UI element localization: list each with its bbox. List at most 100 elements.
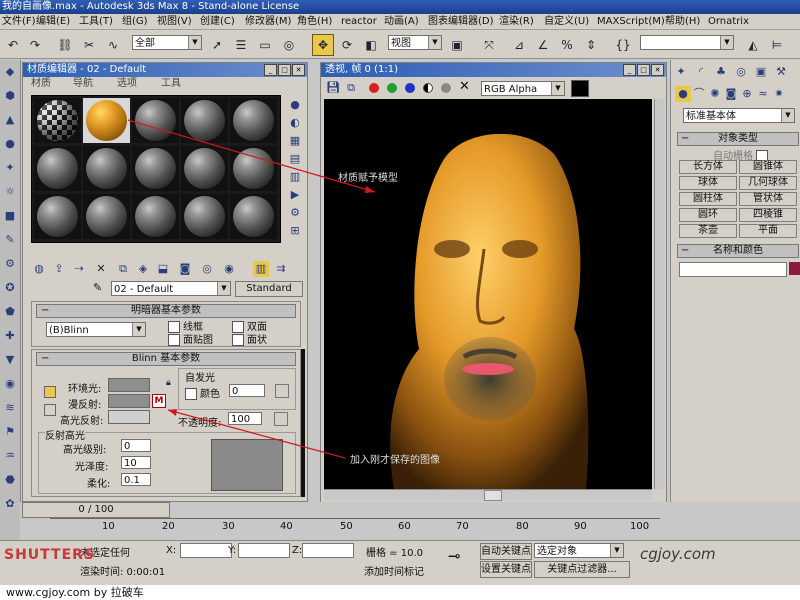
menu-navigation[interactable]: 导航 xyxy=(73,77,93,91)
go-forward-sibling-icon[interactable]: ⇉ xyxy=(273,261,289,277)
alpha-channel-icon[interactable] xyxy=(423,83,433,93)
background-checker-icon[interactable]: ▦ xyxy=(287,133,303,149)
monochrome-icon[interactable] xyxy=(441,83,451,93)
pivot-icon[interactable]: ▣ xyxy=(446,34,468,56)
put-to-scene-icon[interactable]: ⇪ xyxy=(51,261,67,277)
tool-icon[interactable]: ✪ xyxy=(2,280,18,296)
axis-constraint-icon[interactable]: ⤧ xyxy=(478,34,500,56)
sample-slot[interactable] xyxy=(34,98,81,143)
name-color-header[interactable]: − 名称和颜色 xyxy=(677,244,799,258)
blinn-basic-header[interactable]: − Blinn 基本参数 xyxy=(36,352,296,366)
tool-icon[interactable]: ◆ xyxy=(2,64,18,80)
put-to-library-icon[interactable]: ⬓ xyxy=(155,261,171,277)
backlight-icon[interactable]: ◐ xyxy=(287,115,303,131)
sample-slot[interactable] xyxy=(181,98,228,143)
menu-rendering[interactable]: 渲染(R) xyxy=(499,14,534,29)
select-by-material-icon[interactable]: ⊞ xyxy=(287,223,303,239)
maximize-icon[interactable]: □ xyxy=(637,64,650,76)
tool-icon[interactable]: ⚙ xyxy=(2,256,18,272)
move-icon[interactable]: ✥ xyxy=(312,34,334,56)
menu-modifiers[interactable]: 修改器(M) xyxy=(245,14,291,29)
make-unique-icon[interactable]: ◈ xyxy=(135,261,151,277)
key-filters-button[interactable]: 关键点过滤器... xyxy=(534,561,630,578)
snap-icon[interactable]: ⊿ xyxy=(508,34,530,56)
lights-icon[interactable]: ✺ xyxy=(707,86,723,102)
close-icon[interactable]: ✕ xyxy=(292,64,305,76)
z-coordinate-field[interactable] xyxy=(302,543,354,558)
opacity-spinner[interactable]: 100 xyxy=(228,412,262,425)
menu-edit[interactable]: 编辑(E) xyxy=(36,14,70,29)
teapot-button[interactable]: 茶壶 xyxy=(679,224,737,238)
scroll-thumb[interactable] xyxy=(484,490,502,501)
sample-slot[interactable] xyxy=(34,194,81,239)
material-effects-channel-icon[interactable]: ◙ xyxy=(177,261,193,277)
sample-slot[interactable] xyxy=(181,146,228,191)
window-crossing-icon[interactable]: ◎ xyxy=(278,34,300,56)
save-bitmap-icon[interactable]: 💾︎ xyxy=(325,80,341,96)
tool-icon[interactable]: ≋ xyxy=(2,400,18,416)
tool-icon[interactable]: ♒ xyxy=(2,448,18,464)
tool-icon[interactable]: ⚑ xyxy=(2,424,18,440)
glossiness-spinner[interactable]: 10 xyxy=(121,456,151,469)
green-channel-icon[interactable] xyxy=(387,83,397,93)
category-dropdown[interactable]: 标准基本体 ▼ xyxy=(683,108,795,123)
ref-coord-dropdown[interactable]: 视图 ▼ xyxy=(388,35,442,50)
menu-tools[interactable]: 工具(T) xyxy=(79,14,113,29)
auto-key-button[interactable]: 自动关键点 xyxy=(480,543,532,560)
vertical-scrollbar[interactable] xyxy=(654,99,665,489)
go-to-parent-icon[interactable]: ▥ xyxy=(253,261,269,277)
x-coordinate-field[interactable] xyxy=(180,543,232,558)
copy-material-icon[interactable]: ⧉ xyxy=(115,261,131,277)
shader-basic-header[interactable]: − 明暗器基本参数 xyxy=(36,304,296,318)
tool-icon[interactable]: ⬢ xyxy=(2,88,18,104)
options-icon[interactable]: ⚙ xyxy=(287,205,303,221)
menu-maxscript[interactable]: MAXScript(M) xyxy=(597,14,665,29)
menu-views[interactable]: 视图(V) xyxy=(157,14,192,29)
tube-button[interactable]: 管状体 xyxy=(739,192,797,206)
menu-customize[interactable]: 自定义(U) xyxy=(544,14,589,29)
sample-slot[interactable] xyxy=(34,146,81,191)
sample-slot[interactable] xyxy=(230,194,277,239)
align-icon[interactable]: ⊨ xyxy=(766,34,788,56)
menu-character[interactable]: 角色(H) xyxy=(297,14,332,29)
spinner-snap-icon[interactable]: ⇕ xyxy=(580,34,602,56)
named-selection-set-dropdown[interactable]: ▼ xyxy=(640,35,734,50)
shapes-icon[interactable]: ⌒ xyxy=(691,86,707,102)
diffuse-map-button[interactable]: M xyxy=(152,394,166,408)
tool-icon[interactable]: ✎ xyxy=(2,232,18,248)
object-name-input[interactable] xyxy=(679,262,787,277)
sample-uv-tiling-icon[interactable]: ▤ xyxy=(287,151,303,167)
specular-color-swatch[interactable] xyxy=(108,410,150,424)
sample-slot[interactable] xyxy=(83,194,130,239)
minimize-icon[interactable]: _ xyxy=(623,64,636,76)
self-illum-spinner[interactable]: 0 xyxy=(229,384,265,397)
menu-graph-editors[interactable]: 图表编辑器(D) xyxy=(428,14,494,29)
soften-spinner[interactable]: 0.1 xyxy=(121,473,151,486)
cameras-icon[interactable]: ◙ xyxy=(723,86,739,102)
pick-material-icon[interactable]: ✎ xyxy=(93,281,102,294)
sample-slot[interactable] xyxy=(132,146,179,191)
track-bar[interactable]: 10 20 30 40 50 60 70 80 90 100 xyxy=(50,518,660,539)
geosphere-button[interactable]: 几何球体 xyxy=(739,176,797,190)
spacewarps-icon[interactable]: ≈ xyxy=(755,86,771,102)
time-slider[interactable]: 0 / 100 xyxy=(22,502,170,518)
box-button[interactable]: 长方体 xyxy=(679,160,737,174)
self-illum-map-button[interactable] xyxy=(275,384,289,398)
unlink-icon[interactable]: ✂ xyxy=(78,34,100,56)
show-map-icon[interactable]: ◎ xyxy=(199,261,215,277)
channel-dropdown[interactable]: RGB Alpha ▼ xyxy=(481,81,565,96)
tool-icon[interactable]: ■ xyxy=(2,208,18,224)
render-canvas[interactable]: 材质赋予模型 加入刚才保存的图像 xyxy=(324,99,652,489)
menu-material[interactable]: 材质 xyxy=(31,77,51,91)
tool-icon[interactable]: ✚ xyxy=(2,328,18,344)
select-by-name-icon[interactable]: ☰ xyxy=(230,34,252,56)
sample-slot[interactable] xyxy=(132,98,179,143)
sample-slot[interactable] xyxy=(230,146,277,191)
object-type-header[interactable]: − 对象类型 xyxy=(677,132,799,146)
key-icon[interactable]: ⊸ xyxy=(448,547,461,565)
select-link-icon[interactable]: ⛓ xyxy=(54,34,76,56)
red-channel-icon[interactable] xyxy=(369,83,379,93)
sample-slot[interactable] xyxy=(181,194,228,239)
minimize-icon[interactable]: _ xyxy=(264,64,277,76)
color-swatch[interactable] xyxy=(571,80,589,97)
